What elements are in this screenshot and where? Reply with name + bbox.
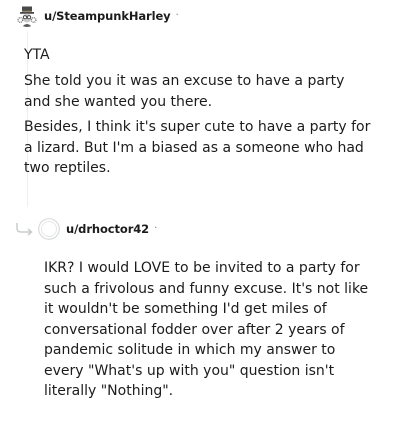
comment-1-paragraph-1: YTA xyxy=(24,47,50,63)
user-avatar[interactable] xyxy=(38,218,60,240)
separator-dot: · xyxy=(175,10,179,21)
comment-1-paragraph-3: Besides, I think it's super cute to have… xyxy=(24,119,371,176)
steampunk-avatar-icon xyxy=(16,5,38,27)
default-avatar-icon xyxy=(38,218,60,240)
comment-1-paragraph-2: She told you it was an excuse to have a … xyxy=(24,73,345,110)
comment-2-header: u/drhoctor42 · xyxy=(38,218,157,240)
reply-arrow-icon xyxy=(16,223,33,236)
comment-2-paragraph-1: IKR? I would LOVE to be invited to a par… xyxy=(44,260,369,399)
user-avatar[interactable] xyxy=(16,5,38,27)
comment-1-header: u/SteampunkHarley · xyxy=(16,5,179,27)
username[interactable]: u/SteampunkHarley xyxy=(44,9,171,23)
separator-dot: · xyxy=(154,223,158,234)
username[interactable]: u/drhoctor42 xyxy=(66,222,149,236)
